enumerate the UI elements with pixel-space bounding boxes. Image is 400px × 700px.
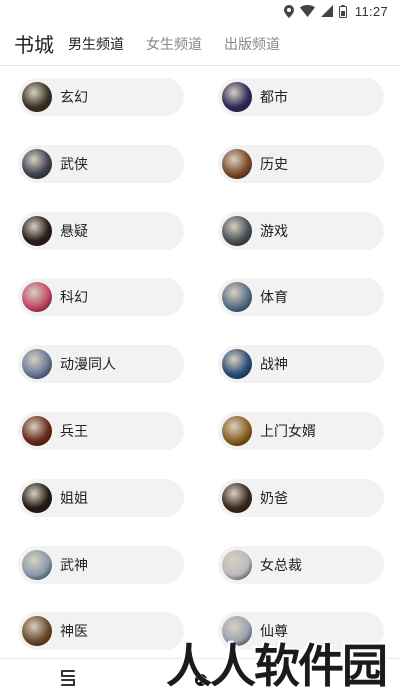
category-cover bbox=[222, 549, 252, 580]
category-label: 姐姐 bbox=[60, 490, 88, 507]
location-icon bbox=[283, 4, 294, 18]
bookshelf-icon[interactable] bbox=[58, 667, 78, 693]
category-cover bbox=[222, 349, 252, 380]
wifi-icon bbox=[299, 5, 315, 17]
category-cover bbox=[222, 616, 252, 647]
status-icons bbox=[283, 4, 347, 18]
bottom-nav bbox=[0, 658, 400, 700]
category-label: 仙尊 bbox=[260, 624, 288, 641]
category-item[interactable]: 科幻 bbox=[18, 278, 184, 317]
category-cover bbox=[22, 549, 52, 580]
category-grid: 玄幻 都市武侠 历史悬疑 游戏科幻 体育动漫同人 战神兵王 上门女婿姐姐 奶爸武神 女总裁神医 仙… bbox=[0, 66, 400, 658]
category-item[interactable]: 姐姐 bbox=[18, 478, 184, 517]
category-item[interactable]: 游戏 bbox=[218, 211, 384, 250]
category-cover bbox=[22, 215, 52, 246]
header: 书城 男生频道 女生频道 出版频道 bbox=[0, 22, 400, 66]
category-label: 武侠 bbox=[60, 156, 88, 173]
category-item[interactable]: 武侠 bbox=[18, 144, 184, 183]
category-label: 体育 bbox=[260, 290, 288, 307]
category-label: 悬疑 bbox=[60, 223, 88, 240]
category-item[interactable]: 兵王 bbox=[18, 412, 184, 450]
category-item[interactable]: 体育 bbox=[218, 278, 384, 317]
category-label: 兵王 bbox=[60, 424, 88, 440]
category-label: 战神 bbox=[260, 357, 288, 374]
category-label: 女总裁 bbox=[260, 557, 302, 574]
category-label: 上门女婿 bbox=[260, 424, 316, 440]
category-cover bbox=[22, 349, 52, 380]
battery-icon bbox=[338, 4, 347, 18]
category-label: 科幻 bbox=[60, 290, 88, 307]
category-cover bbox=[222, 416, 252, 446]
category-label: 都市 bbox=[260, 90, 288, 106]
category-label: 玄幻 bbox=[60, 90, 88, 106]
category-cover bbox=[22, 482, 52, 513]
category-item[interactable]: 仙尊 bbox=[218, 612, 384, 651]
status-bar: 11:27 bbox=[0, 0, 400, 22]
category-cover bbox=[22, 416, 52, 446]
category-item[interactable]: 女总裁 bbox=[218, 545, 384, 584]
category-cover bbox=[22, 148, 52, 179]
category-cover bbox=[222, 482, 252, 513]
category-cover bbox=[22, 616, 52, 647]
category-item[interactable]: 上门女婿 bbox=[218, 412, 384, 450]
category-label: 神医 bbox=[60, 624, 88, 641]
page-title: 书城 bbox=[14, 33, 54, 57]
tab-publishing-channel[interactable]: 出版频道 bbox=[224, 34, 280, 54]
category-item[interactable]: 动漫同人 bbox=[18, 345, 184, 384]
category-item[interactable]: 奶爸 bbox=[218, 478, 384, 517]
category-cover bbox=[222, 148, 252, 179]
category-label: 奶爸 bbox=[260, 490, 288, 507]
category-label: 动漫同人 bbox=[60, 357, 116, 374]
category-cover bbox=[222, 215, 252, 246]
discover-icon[interactable] bbox=[190, 667, 212, 693]
category-item[interactable]: 都市 bbox=[218, 78, 384, 116]
category-item[interactable]: 悬疑 bbox=[18, 211, 184, 250]
category-label: 历史 bbox=[260, 156, 288, 173]
category-cover bbox=[222, 82, 252, 112]
tab-male-channel[interactable]: 男生频道 bbox=[68, 34, 124, 54]
category-label: 武神 bbox=[60, 557, 88, 574]
category-cover bbox=[22, 282, 52, 313]
category-item[interactable]: 历史 bbox=[218, 144, 384, 183]
status-time: 11:27 bbox=[354, 3, 388, 19]
signal-icon bbox=[320, 5, 333, 17]
category-item[interactable]: 武神 bbox=[18, 545, 184, 584]
category-item[interactable]: 神医 bbox=[18, 612, 184, 651]
category-item[interactable]: 玄幻 bbox=[18, 78, 184, 116]
category-cover bbox=[22, 82, 52, 112]
category-label: 游戏 bbox=[260, 223, 288, 240]
category-cover bbox=[222, 282, 252, 313]
tab-female-channel[interactable]: 女生频道 bbox=[146, 34, 202, 54]
category-item[interactable]: 战神 bbox=[218, 345, 384, 384]
